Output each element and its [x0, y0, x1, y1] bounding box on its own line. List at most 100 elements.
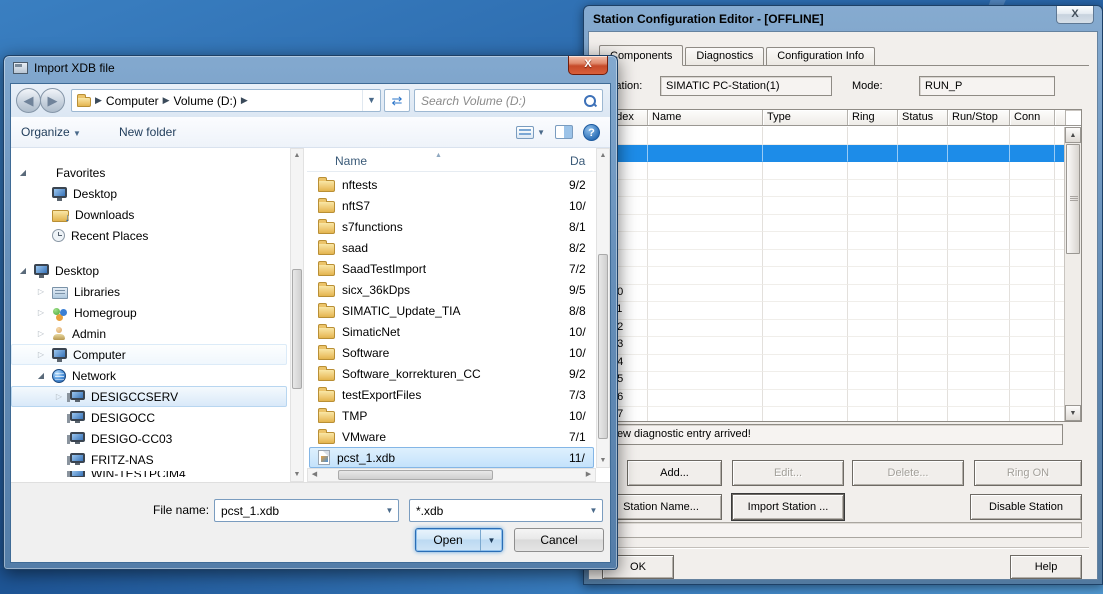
- nav-item-desigccserv[interactable]: ▷DESIGCCSERV: [11, 386, 287, 407]
- table-row[interactable]: 3: [603, 162, 1064, 180]
- column-header-status[interactable]: Status: [898, 110, 948, 125]
- nav-item-fritz-nas[interactable]: FRITZ-NAS: [11, 449, 287, 470]
- breadcrumb[interactable]: ▶ Computer ▶ Volume (D:) ▶ ▼: [71, 89, 381, 112]
- nav-item-desktop[interactable]: Desktop: [11, 183, 287, 204]
- collapsed-arrow-icon[interactable]: ▷: [36, 329, 46, 338]
- scroll-down-icon[interactable]: ▼: [291, 468, 303, 481]
- column-header-date[interactable]: Da: [570, 154, 596, 171]
- ring-on-button[interactable]: Ring ON: [974, 460, 1082, 486]
- collapsed-arrow-icon[interactable]: ▷: [36, 287, 46, 296]
- file-item-vmware[interactable]: VMware7/1: [309, 426, 594, 447]
- cancel-button[interactable]: Cancel: [514, 528, 604, 552]
- chevron-down-icon[interactable]: ▼: [381, 500, 398, 521]
- horizontal-scrollbar[interactable]: ◀ ▶: [307, 468, 596, 482]
- expanded-arrow-icon[interactable]: ◢: [18, 168, 28, 177]
- station-name-button[interactable]: Station Name...: [600, 494, 722, 520]
- collapsed-arrow-icon[interactable]: ▷: [36, 350, 46, 359]
- file-item-nftests[interactable]: nftests9/2: [309, 174, 594, 195]
- file-item-s7functions[interactable]: s7functions8/1: [309, 216, 594, 237]
- new-folder-button[interactable]: New folder: [119, 125, 176, 139]
- nav-item-computer[interactable]: ▷Computer: [11, 344, 287, 365]
- nav-item-desigo-cc03[interactable]: DESIGO-CC03: [11, 428, 287, 449]
- h-scrollbar-thumb[interactable]: [338, 470, 493, 480]
- station-close-button[interactable]: X: [1056, 6, 1094, 24]
- file-scrollbar-thumb[interactable]: [598, 254, 608, 439]
- nav-item-admin[interactable]: ▷Admin: [11, 323, 287, 344]
- scroll-up-icon[interactable]: ▲: [597, 149, 609, 162]
- disable-station-button[interactable]: Disable Station: [970, 494, 1082, 520]
- preview-pane-icon[interactable]: [555, 125, 573, 139]
- forward-button[interactable]: ▶: [40, 88, 65, 113]
- table-row[interactable]: 17: [603, 407, 1064, 421]
- file-item-software[interactable]: Software10/: [309, 342, 594, 363]
- nav-item-recent-places[interactable]: Recent Places: [11, 225, 287, 246]
- nav-item-win-testpcim4[interactable]: WIN-TESTPCIM4: [11, 470, 287, 478]
- table-row[interactable]: 16: [603, 390, 1064, 408]
- help-icon[interactable]: ?: [583, 124, 600, 141]
- collapsed-arrow-icon[interactable]: ▷: [36, 308, 46, 317]
- column-header-ring[interactable]: Ring: [848, 110, 898, 125]
- scroll-down-icon[interactable]: ▼: [1065, 405, 1081, 421]
- nav-scrollbar-thumb[interactable]: [292, 269, 302, 389]
- file-item-saad[interactable]: saad8/2: [309, 237, 594, 258]
- nav-item-favorites[interactable]: ◢Favorites: [11, 162, 287, 183]
- file-item-nfts7[interactable]: nftS710/: [309, 195, 594, 216]
- delete-button[interactable]: Delete...: [852, 460, 964, 486]
- search-icon[interactable]: [584, 95, 596, 107]
- table-row[interactable]: 8: [603, 250, 1064, 268]
- expanded-arrow-icon[interactable]: ◢: [36, 371, 46, 380]
- nav-item-network[interactable]: ◢Network: [11, 365, 287, 386]
- import-station-button[interactable]: Import Station ...: [732, 494, 844, 520]
- column-header-spacer[interactable]: [1055, 110, 1066, 125]
- breadcrumb-volume-d[interactable]: Volume (D:): [174, 94, 237, 108]
- search-input[interactable]: Search Volume (D:): [414, 89, 603, 112]
- table-row[interactable]: 13: [603, 337, 1064, 355]
- tab-configuration-info[interactable]: Configuration Info: [766, 47, 875, 65]
- nav-item-desigocc[interactable]: DESIGOCC: [11, 407, 287, 428]
- station-window-titlebar[interactable]: Station Configuration Editor - [OFFLINE]…: [584, 6, 1102, 32]
- scroll-up-icon[interactable]: ▲: [291, 149, 303, 162]
- table-row[interactable]: 15: [603, 372, 1064, 390]
- file-name-input[interactable]: pcst_1.xdb ▼: [214, 499, 399, 522]
- back-button[interactable]: ◀: [16, 88, 41, 113]
- table-row[interactable]: 14: [603, 355, 1064, 373]
- collapsed-arrow-icon[interactable]: ▷: [54, 392, 64, 401]
- scroll-up-icon[interactable]: ▲: [1065, 127, 1081, 143]
- table-scrollbar-thumb[interactable]: [1066, 144, 1080, 254]
- table-row[interactable]: 6: [603, 215, 1064, 233]
- organize-menu[interactable]: Organize ▼: [21, 125, 81, 139]
- table-row[interactable]: 4: [603, 180, 1064, 198]
- edit-button[interactable]: Edit...: [732, 460, 844, 486]
- table-vertical-scrollbar[interactable]: ▲ ▼: [1064, 127, 1081, 421]
- dialog-close-button[interactable]: X: [568, 56, 608, 75]
- table-row[interactable]: 5: [603, 197, 1064, 215]
- nav-item-libraries[interactable]: ▷Libraries: [11, 281, 287, 302]
- column-header-run-stop[interactable]: Run/Stop: [948, 110, 1010, 125]
- file-item-saadtestimport[interactable]: SaadTestImport7/2: [309, 258, 594, 279]
- file-item-simaticnet[interactable]: SimaticNet10/: [309, 321, 594, 342]
- column-header-type[interactable]: Type: [763, 110, 848, 125]
- table-row[interactable]: 7: [603, 232, 1064, 250]
- nav-scrollbar[interactable]: ▲ ▼: [290, 148, 304, 482]
- help-button[interactable]: Help: [1010, 555, 1082, 579]
- file-item-pcst-1-xdb[interactable]: pcst_1.xdb11/: [309, 447, 594, 468]
- scroll-left-icon[interactable]: ◀: [308, 469, 321, 481]
- chevron-down-icon[interactable]: ▼: [585, 500, 602, 521]
- file-item-simatic-update-tia[interactable]: SIMATIC_Update_TIA8/8: [309, 300, 594, 321]
- breadcrumb-computer[interactable]: Computer: [106, 94, 159, 108]
- change-view-button[interactable]: ▼: [516, 126, 545, 139]
- table-row[interactable]: 2: [603, 145, 1064, 163]
- add-button[interactable]: Add...: [627, 460, 722, 486]
- breadcrumb-dropdown-icon[interactable]: ▼: [362, 90, 380, 111]
- open-split-dropdown-icon[interactable]: ▼: [480, 529, 502, 551]
- file-item-testexportfiles[interactable]: testExportFiles7/3: [309, 384, 594, 405]
- refresh-button[interactable]: ⇄: [384, 89, 410, 112]
- tab-diagnostics[interactable]: Diagnostics: [685, 47, 764, 65]
- table-row[interactable]: 12: [603, 320, 1064, 338]
- file-item-tmp[interactable]: TMP10/: [309, 405, 594, 426]
- scroll-down-icon[interactable]: ▼: [597, 454, 609, 467]
- table-row[interactable]: 10: [603, 285, 1064, 303]
- table-row[interactable]: 1: [603, 127, 1064, 145]
- column-header-conn[interactable]: Conn: [1010, 110, 1055, 125]
- file-type-select[interactable]: *.xdb ▼: [409, 499, 603, 522]
